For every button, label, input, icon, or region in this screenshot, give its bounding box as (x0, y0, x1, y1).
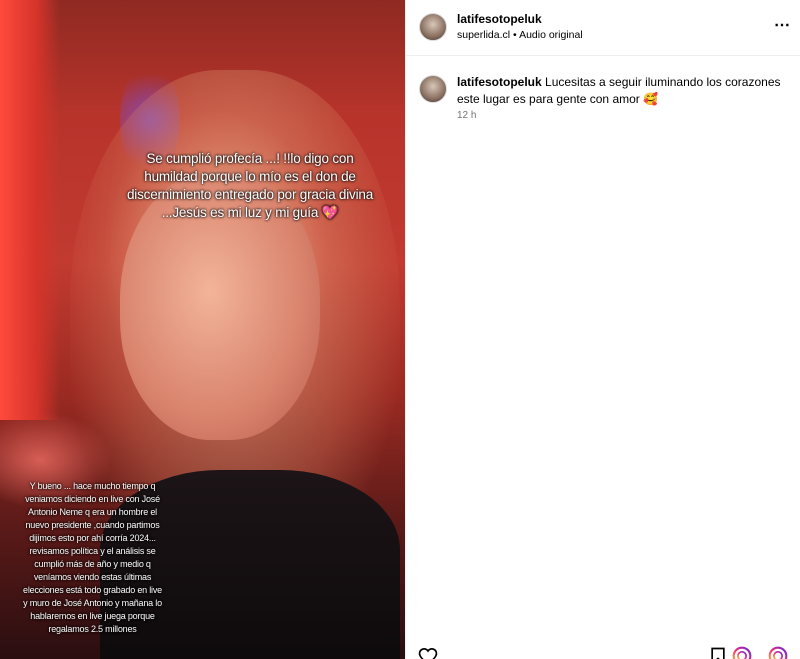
more-horizontal-icon[interactable]: ⋯ (771, 15, 793, 37)
subline-separator: • (510, 29, 520, 41)
header-username[interactable]: latifesotopeluk (457, 12, 542, 26)
instagram-icon[interactable] (732, 646, 752, 659)
background-curtain (0, 0, 60, 420)
post-details-panel: latifesotopeluk superlida.cl • Audio ori… (405, 0, 800, 659)
avatar[interactable] (419, 75, 447, 103)
comment-timestamp[interactable]: 12 h (457, 110, 476, 121)
story-caption-bottom: Y bueno ... hace mucho tiempo q veniamos… (23, 481, 162, 634)
comment-body: latifesotopeluk Lucesitas a seguir ilumi… (457, 74, 787, 108)
post-header: latifesotopeluk superlida.cl • Audio ori… (406, 0, 800, 56)
avatar[interactable] (419, 13, 447, 41)
heart-icon[interactable] (418, 646, 438, 659)
post-media[interactable]: Se cumplió profecía ...! !!lo digo con h… (0, 0, 405, 659)
instagram-icon[interactable] (768, 646, 788, 659)
audio-link[interactable]: Audio original (519, 29, 583, 41)
bookmark-icon[interactable] (708, 646, 728, 659)
story-caption-top: Se cumplió profecía ...! !!lo digo con h… (127, 151, 373, 220)
comment-username[interactable]: latifesotopeluk (457, 75, 542, 89)
action-bar (406, 642, 800, 659)
header-subline: superlida.cl • Audio original (457, 29, 583, 41)
location-link[interactable]: superlida.cl (457, 29, 510, 41)
